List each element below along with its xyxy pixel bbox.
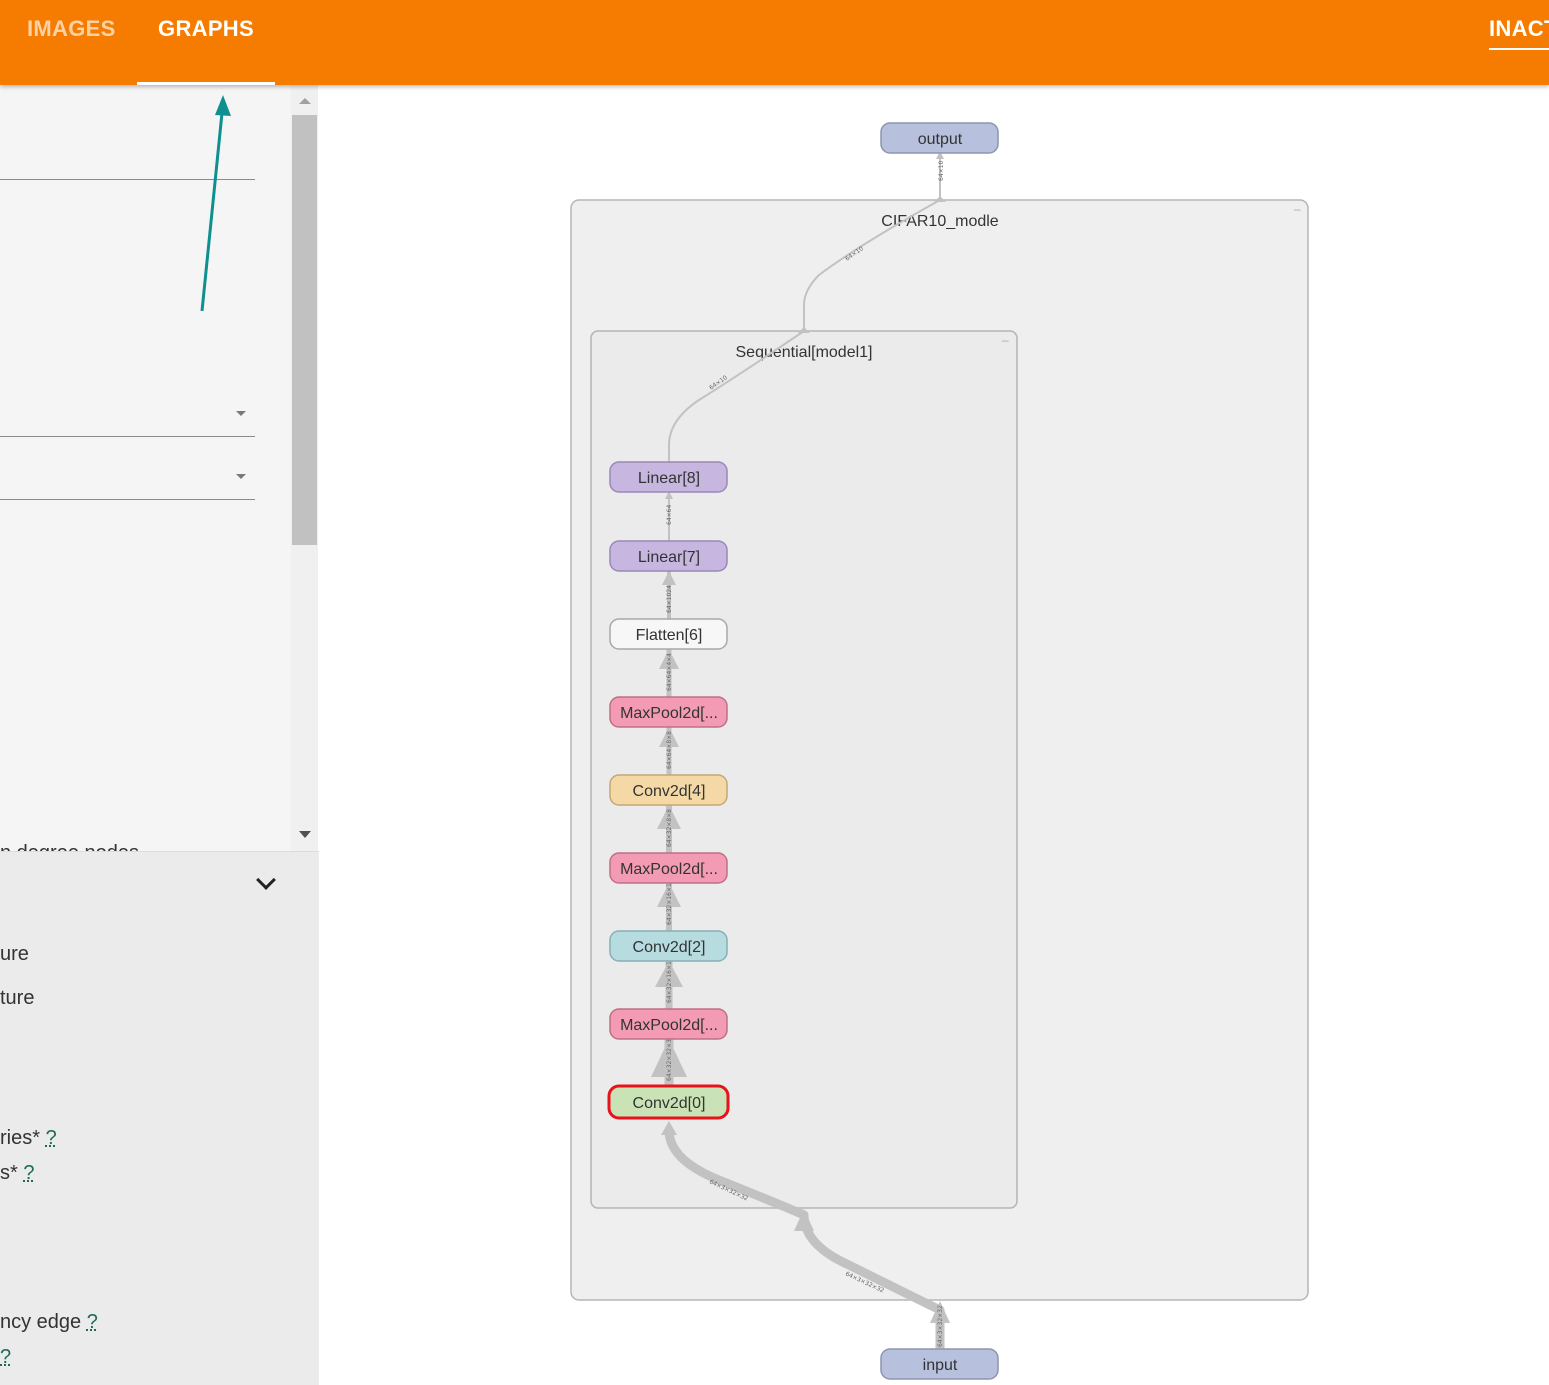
sidebar-scrollbar[interactable] bbox=[291, 85, 318, 851]
tag-select-underline bbox=[0, 499, 255, 500]
annotation-arrow-icon bbox=[200, 95, 231, 312]
node-maxpool-5-label: MaxPool2d[... bbox=[620, 705, 718, 722]
node-linear-8-label: Linear[8] bbox=[638, 470, 700, 487]
node-maxpool-1-label: MaxPool2d[... bbox=[620, 1017, 718, 1034]
inactive-dropdown[interactable]: INACT bbox=[1489, 0, 1549, 85]
edge-label: 64×64×8×8 bbox=[666, 731, 673, 769]
node-maxpool-5[interactable]: MaxPool2d[... bbox=[609, 696, 728, 728]
tag-select[interactable] bbox=[0, 447, 255, 500]
edge-label: 64×32×32×32 bbox=[666, 1035, 673, 1081]
run-select[interactable] bbox=[0, 385, 255, 437]
legend-item-label: ries* bbox=[0, 1127, 41, 1149]
scrollbar-thumb[interactable] bbox=[292, 115, 317, 545]
tab-graphs-label: GRAPHS bbox=[158, 16, 254, 41]
tab-graphs[interactable]: GRAPHS bbox=[137, 0, 275, 85]
active-tab-indicator bbox=[137, 82, 275, 85]
node-output-label: output bbox=[918, 131, 963, 148]
group-label-inner: Sequential[model1] bbox=[736, 344, 873, 361]
legend-item-label: s* bbox=[0, 1162, 18, 1184]
node-conv2d-2-label: Conv2d[2] bbox=[633, 939, 706, 956]
help-link[interactable]: ? bbox=[87, 1311, 98, 1333]
group-label-outer: CIFAR10_modle bbox=[881, 213, 998, 230]
collapse-icon[interactable]: – bbox=[1294, 202, 1301, 216]
dropdown-arrow-icon bbox=[236, 474, 246, 479]
node-maxpool-1[interactable]: MaxPool2d[... bbox=[609, 1008, 728, 1040]
node-output[interactable]: output bbox=[880, 122, 999, 154]
tab-images[interactable]: IMAGES bbox=[27, 0, 116, 85]
node-conv2d-2[interactable]: Conv2d[2] bbox=[609, 930, 728, 962]
arrowhead-icon bbox=[934, 196, 946, 202]
node-input-label: input bbox=[923, 1357, 958, 1374]
node-conv2d-4[interactable]: Conv2d[4] bbox=[609, 774, 728, 806]
edge-label: 64×10 bbox=[938, 161, 945, 181]
node-conv2d-0-selected[interactable]: Conv2d[0] bbox=[607, 1084, 730, 1120]
edge-label: 64×32×8×8 bbox=[666, 809, 673, 847]
node-flatten-6[interactable]: Flatten[6] bbox=[609, 618, 728, 650]
legend-item: s* ? bbox=[0, 1162, 34, 1185]
top-app-bar: IMAGES GRAPHS INACT bbox=[0, 0, 1549, 85]
edge-label: 64×1024 bbox=[666, 585, 673, 613]
help-link[interactable]: ? bbox=[23, 1162, 34, 1184]
help-link[interactable]: ? bbox=[46, 1127, 57, 1149]
graph-canvas[interactable]: – CIFAR10_modle – Sequential[model1] 64×… bbox=[319, 85, 1549, 1385]
legend-item: ? bbox=[0, 1346, 11, 1369]
inactive-dropdown-label: INACT bbox=[1489, 16, 1549, 41]
option-text: ure bbox=[0, 943, 29, 965]
scroll-up-arrow-icon[interactable] bbox=[299, 98, 311, 104]
sidebar-controls bbox=[0, 85, 291, 851]
node-input[interactable]: input bbox=[880, 1348, 999, 1380]
model-graph[interactable]: – CIFAR10_modle – Sequential[model1] 64×… bbox=[319, 85, 1549, 1385]
run-select-underline bbox=[0, 436, 255, 437]
node-maxpool-3-label: MaxPool2d[... bbox=[620, 861, 718, 878]
node-flatten-6-label: Flatten[6] bbox=[636, 627, 703, 644]
node-linear-7[interactable]: Linear[7] bbox=[609, 540, 728, 572]
chevron-down-icon[interactable] bbox=[256, 870, 276, 890]
collapse-icon[interactable]: – bbox=[1002, 333, 1009, 347]
node-maxpool-3[interactable]: MaxPool2d[... bbox=[609, 852, 728, 884]
node-linear-7-label: Linear[7] bbox=[638, 549, 700, 566]
dropdown-arrow-icon bbox=[236, 411, 246, 416]
legend-item-label: ncy edge bbox=[0, 1311, 82, 1333]
edge-label: 64×32×16×16 bbox=[666, 879, 673, 925]
trace-inputs-panel-header[interactable] bbox=[0, 851, 319, 916]
node-linear-8[interactable]: Linear[8] bbox=[609, 461, 728, 493]
legend-item: ries* ? bbox=[0, 1127, 57, 1150]
edge-label: 64×32×16×16 bbox=[666, 957, 673, 1003]
node-conv2d-0-label: Conv2d[0] bbox=[633, 1095, 706, 1112]
edge-label: 64×64 bbox=[666, 505, 673, 525]
node-conv2d-4-label: Conv2d[4] bbox=[633, 783, 706, 800]
edge-label: 64×64×4×4 bbox=[666, 653, 673, 691]
legend-item: ncy edge ? bbox=[0, 1311, 98, 1334]
option-text: ture bbox=[0, 987, 35, 1009]
scroll-down-arrow-icon[interactable] bbox=[299, 831, 311, 838]
help-link[interactable]: ? bbox=[0, 1346, 11, 1368]
edge-label: 64×3×32×32 bbox=[937, 1305, 944, 1347]
legend-panel: ure ture ries* ? s* ? ncy edge ? ? bbox=[0, 915, 319, 1385]
inactive-dropdown-underline bbox=[1489, 48, 1549, 50]
sidebar-cut-option: n degree nodes bbox=[0, 836, 291, 851]
